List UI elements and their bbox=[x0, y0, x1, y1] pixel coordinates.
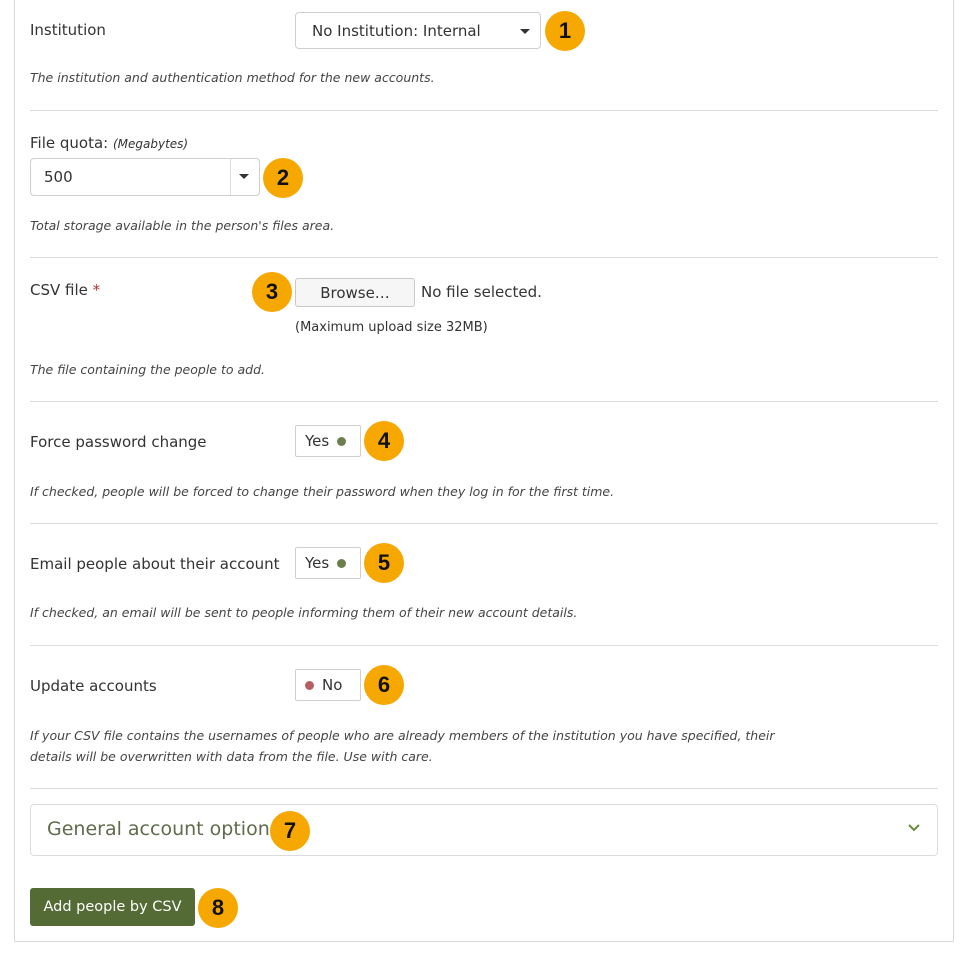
institution-label: Institution bbox=[30, 21, 106, 39]
general-account-options-title: General account options bbox=[47, 818, 280, 840]
csv-file-label-text: CSV file bbox=[30, 281, 88, 299]
file-quota-select[interactable]: 500 bbox=[30, 158, 260, 196]
file-quota-description: Total storage available in the person's … bbox=[30, 218, 335, 233]
select-separator bbox=[230, 159, 231, 195]
callout-badge-2: 2 bbox=[263, 158, 303, 198]
add-people-by-csv-button[interactable]: Add people by CSV bbox=[30, 888, 195, 926]
toggle-off-dot-icon bbox=[305, 680, 314, 690]
file-quota-value: 500 bbox=[44, 168, 73, 186]
callout-badge-8: 8 bbox=[198, 888, 238, 928]
callout-badge-4: 4 bbox=[364, 421, 404, 461]
chevron-down-icon[interactable] bbox=[907, 821, 921, 835]
force-password-toggle[interactable]: Yes bbox=[295, 425, 361, 457]
divider bbox=[30, 257, 938, 258]
divider bbox=[30, 788, 938, 789]
email-people-label: Email people about their account bbox=[30, 555, 280, 573]
toggle-state: Yes bbox=[305, 432, 330, 450]
email-people-toggle[interactable]: Yes bbox=[295, 547, 361, 579]
force-password-description: If checked, people will be forced to cha… bbox=[30, 484, 615, 499]
divider bbox=[30, 110, 938, 111]
general-account-options-accordion[interactable]: General account options bbox=[30, 804, 938, 856]
csv-file-description: The file containing the people to add. bbox=[30, 362, 265, 377]
institution-description: The institution and authentication metho… bbox=[30, 70, 435, 85]
divider bbox=[30, 523, 938, 524]
csv-file-label: CSV file * bbox=[30, 281, 100, 299]
callout-badge-3: 3 bbox=[252, 272, 292, 312]
update-accounts-description-line2: details will be overwritten with data fr… bbox=[30, 749, 433, 764]
caret-down-icon bbox=[520, 29, 530, 34]
force-password-label: Force password change bbox=[30, 433, 207, 451]
divider bbox=[30, 645, 938, 646]
file-quota-unit: (Megabytes) bbox=[112, 137, 189, 151]
email-people-description: If checked, an email will be sent to peo… bbox=[30, 605, 578, 620]
update-accounts-toggle[interactable]: No bbox=[295, 669, 361, 701]
institution-select[interactable]: No Institution: Internal bbox=[295, 12, 541, 49]
callout-badge-7: 7 bbox=[270, 811, 310, 851]
caret-down-icon[interactable] bbox=[239, 174, 249, 179]
toggle-state: No bbox=[322, 676, 343, 694]
required-indicator: * bbox=[92, 281, 101, 299]
update-accounts-description-line1: If your CSV file contains the usernames … bbox=[30, 728, 775, 743]
file-quota-label-text: File quota: bbox=[30, 134, 109, 152]
divider bbox=[30, 401, 938, 402]
callout-badge-5: 5 bbox=[364, 543, 404, 583]
callout-badge-1: 1 bbox=[545, 11, 585, 51]
toggle-on-dot-icon bbox=[337, 558, 347, 568]
max-upload-size: (Maximum upload size 32MB) bbox=[295, 320, 488, 335]
browse-button[interactable]: Browse… bbox=[295, 278, 415, 307]
update-accounts-label: Update accounts bbox=[30, 677, 157, 695]
file-status: No file selected. bbox=[421, 283, 542, 301]
institution-value: No Institution: Internal bbox=[312, 21, 481, 40]
file-quota-label: File quota: (Megabytes) bbox=[30, 134, 188, 152]
toggle-on-dot-icon bbox=[337, 436, 347, 446]
toggle-state: Yes bbox=[305, 554, 330, 572]
callout-badge-6: 6 bbox=[364, 665, 404, 705]
